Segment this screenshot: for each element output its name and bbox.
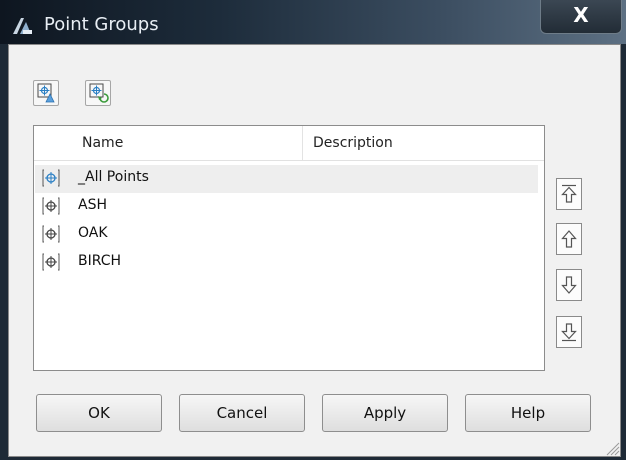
- point-groups-dialog: Point Groups X Name Description _All Poi…: [0, 0, 626, 460]
- ok-button[interactable]: OK: [36, 394, 162, 432]
- point-groups-list[interactable]: Name Description _All Points ASH OAK BIR…: [33, 125, 545, 371]
- list-row-all-points[interactable]: _All Points: [35, 165, 538, 193]
- column-header-name[interactable]: Name: [82, 135, 123, 151]
- help-button[interactable]: Help: [465, 394, 591, 432]
- refresh-icon: [89, 83, 109, 103]
- column-header-description[interactable]: Description: [313, 135, 393, 151]
- cancel-button[interactable]: Cancel: [179, 394, 305, 432]
- list-item-label: OAK: [78, 225, 108, 241]
- list-row-birch[interactable]: BIRCH: [35, 249, 538, 277]
- dialog-body: Name Description _All Points ASH OAK BIR…: [8, 44, 621, 457]
- list-item-label: ASH: [78, 197, 107, 213]
- list-header: Name Description: [34, 126, 544, 161]
- move-to-top-icon: [561, 184, 577, 203]
- civil3d-app-icon: [13, 18, 32, 34]
- point-group-properties-button[interactable]: [33, 80, 59, 106]
- point-group-icon: [42, 169, 60, 187]
- list-item-label: _All Points: [78, 169, 149, 185]
- move-to-top-button[interactable]: [556, 178, 582, 210]
- move-to-bottom-button[interactable]: [556, 316, 582, 348]
- move-to-bottom-icon: [561, 323, 577, 342]
- list-row-ash[interactable]: ASH: [35, 193, 538, 221]
- point-group-icon: [42, 197, 60, 215]
- move-up-button[interactable]: [556, 223, 582, 255]
- close-icon: X: [573, 3, 589, 27]
- move-up-icon: [561, 230, 577, 248]
- point-group-icon: [42, 253, 60, 271]
- resize-grip-icon[interactable]: [604, 440, 620, 456]
- list-item-label: BIRCH: [78, 253, 122, 269]
- properties-icon: [37, 83, 55, 103]
- title-bar[interactable]: Point Groups X: [0, 0, 626, 44]
- apply-button[interactable]: Apply: [322, 394, 448, 432]
- close-button[interactable]: X: [540, 0, 622, 34]
- dialog-title: Point Groups: [44, 14, 159, 35]
- list-row-oak[interactable]: OAK: [35, 221, 538, 249]
- update-point-groups-button[interactable]: [85, 80, 111, 106]
- point-group-icon: [42, 225, 60, 243]
- move-down-button[interactable]: [556, 269, 582, 301]
- column-divider[interactable]: [302, 126, 303, 160]
- move-down-icon: [561, 276, 577, 294]
